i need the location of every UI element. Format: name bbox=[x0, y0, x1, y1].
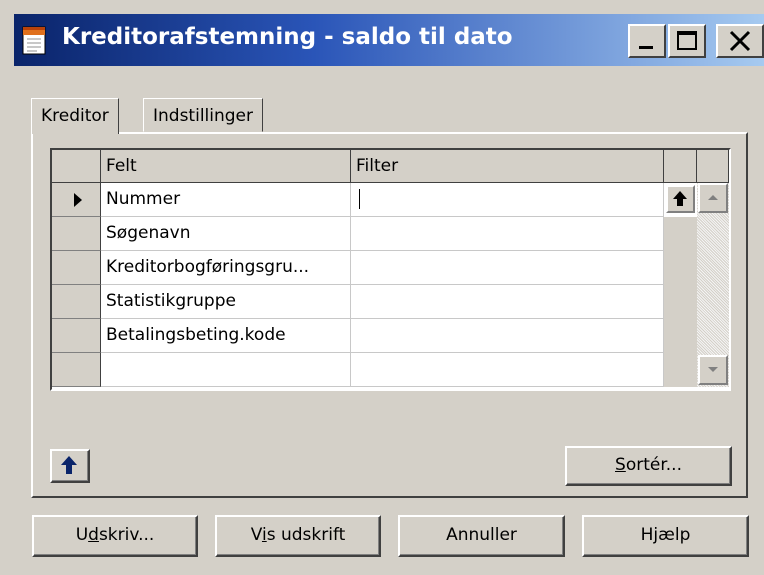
field-cell[interactable]: Nummer bbox=[101, 183, 351, 217]
print-button[interactable]: Udskriv... bbox=[32, 515, 198, 557]
maximize-button[interactable] bbox=[668, 24, 706, 58]
filter-cell[interactable] bbox=[351, 285, 664, 319]
scroll-down-button[interactable] bbox=[698, 355, 728, 385]
filter-cell[interactable] bbox=[351, 353, 664, 387]
minimize-button[interactable] bbox=[628, 24, 666, 58]
filter-input[interactable] bbox=[351, 183, 664, 217]
tab-indstillinger[interactable]: Indstillinger bbox=[143, 98, 264, 132]
row-selector[interactable] bbox=[52, 183, 101, 217]
field-cell[interactable] bbox=[101, 353, 351, 387]
filter-cell[interactable] bbox=[351, 251, 664, 285]
text-caret bbox=[359, 189, 360, 209]
tab-label: Indstillinger bbox=[153, 106, 254, 126]
cancel-button[interactable]: Annuller bbox=[398, 515, 565, 557]
vertical-scrollbar[interactable] bbox=[697, 183, 729, 387]
title-bar[interactable]: Kreditorafstemning - saldo til dato bbox=[14, 14, 764, 66]
row-selector[interactable] bbox=[52, 353, 101, 387]
move-up-button[interactable] bbox=[50, 449, 90, 483]
window-title: Kreditorafstemning - saldo til dato bbox=[62, 24, 513, 50]
column-header-scroll bbox=[697, 150, 729, 183]
grid-corner[interactable] bbox=[52, 150, 101, 183]
row-selector[interactable] bbox=[52, 217, 101, 251]
preview-button[interactable]: Vis udskrift bbox=[215, 515, 381, 557]
up-arrow-icon bbox=[55, 456, 85, 476]
scroll-up-icon bbox=[700, 195, 726, 216]
button-label: Hjælp bbox=[640, 525, 691, 545]
field-cell[interactable]: Betalingsbeting.kode bbox=[101, 319, 351, 353]
close-button[interactable] bbox=[716, 24, 764, 58]
field-cell[interactable]: Kreditorbogføringsgru... bbox=[101, 251, 351, 285]
up-arrow-icon bbox=[668, 191, 693, 216]
field-value: Nummer bbox=[106, 189, 181, 209]
row-selector[interactable] bbox=[52, 319, 101, 353]
tab-label: Kreditor bbox=[41, 106, 109, 126]
field-cell[interactable]: Søgenavn bbox=[101, 217, 351, 251]
field-value: Kreditorbogføringsgru... bbox=[106, 257, 310, 277]
field-value: Søgenavn bbox=[106, 223, 191, 243]
dialog-window: Kreditorafstemning - saldo til dato Kred… bbox=[0, 0, 764, 575]
sort-button[interactable]: Sortér... bbox=[565, 446, 732, 486]
field-lookup-button[interactable] bbox=[666, 185, 695, 213]
column-header-blank bbox=[664, 150, 697, 183]
button-label: ortér... bbox=[625, 455, 682, 475]
row-selector[interactable] bbox=[52, 285, 101, 319]
tab-kreditor[interactable]: Kreditor bbox=[31, 98, 119, 134]
button-label: s udskrift bbox=[266, 525, 346, 545]
button-mnemonic: d bbox=[88, 525, 99, 545]
field-value: Statistikgruppe bbox=[106, 291, 236, 311]
filter-cell[interactable] bbox=[351, 319, 664, 353]
scroll-down-icon bbox=[700, 367, 726, 388]
button-label: Annuller bbox=[446, 525, 517, 545]
column-header-label: Filter bbox=[356, 156, 399, 176]
grid-filler bbox=[664, 217, 697, 387]
column-header-filter[interactable]: Filter bbox=[351, 150, 664, 183]
button-label: skriv... bbox=[98, 525, 155, 545]
column-header-felt[interactable]: Felt bbox=[101, 150, 351, 183]
field-cell[interactable]: Statistikgruppe bbox=[101, 285, 351, 319]
row-selector[interactable] bbox=[52, 251, 101, 285]
scroll-up-button[interactable] bbox=[698, 183, 728, 213]
filter-grid[interactable]: Felt Filter Nummer Søgenavn Kreditorbogf… bbox=[50, 148, 731, 391]
report-form-icon bbox=[20, 24, 50, 56]
field-value: Betalingsbeting.kode bbox=[106, 325, 286, 345]
filter-cell[interactable] bbox=[351, 217, 664, 251]
button-label: U bbox=[75, 525, 89, 545]
button-mnemonic: S bbox=[615, 455, 626, 475]
button-label: V bbox=[250, 525, 262, 545]
help-button[interactable]: Hjælp bbox=[582, 515, 749, 557]
column-header-label: Felt bbox=[106, 156, 137, 176]
